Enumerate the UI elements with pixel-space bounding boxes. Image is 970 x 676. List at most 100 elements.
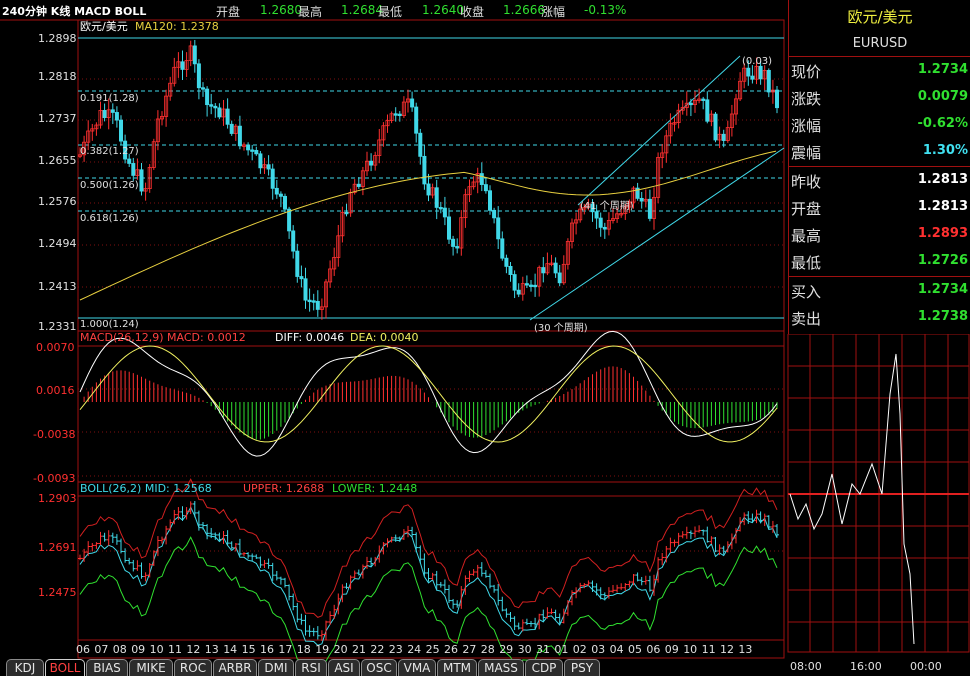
quote-label: 涨幅 xyxy=(791,117,822,135)
x-tick-label: 21 xyxy=(352,643,366,656)
main-y-tick: 1.2331 xyxy=(38,320,77,333)
x-axis: 06 07 08 09 10 11 12 13 14 15 16 17 18 19 20 21 22 23 24 25… xyxy=(76,643,752,656)
candle-body xyxy=(287,208,292,232)
candle-body xyxy=(647,198,652,219)
quote-value: 1.2813 xyxy=(917,199,968,214)
candle-body xyxy=(192,45,197,65)
x-tick-label: 07 xyxy=(94,643,108,656)
x-tick-label: 05 xyxy=(628,643,642,656)
intraday-time-label: 08:00 xyxy=(790,660,822,673)
candle-body xyxy=(721,133,726,141)
candle-body xyxy=(418,132,423,157)
candle-body xyxy=(119,119,124,142)
quote-row-ask: 卖出 1.2738 xyxy=(789,305,970,331)
trend-channel xyxy=(529,55,785,321)
x-tick-label: 27 xyxy=(462,643,476,656)
main-legend-ma: MA120: 1.2378 xyxy=(135,20,219,33)
quote-row-bid: 买入 1.2734 xyxy=(789,278,970,304)
tab-rsi[interactable]: RSI xyxy=(295,659,327,676)
tab-vma[interactable]: VMA xyxy=(398,659,436,676)
candle-body xyxy=(496,217,501,240)
candle-body xyxy=(356,183,361,187)
candle-body xyxy=(274,187,279,195)
quote-value: 1.2893 xyxy=(917,226,968,241)
candle-body xyxy=(701,98,706,101)
candlestick-series xyxy=(78,39,780,320)
quote-value: 0.0079 xyxy=(917,89,968,104)
candle-body xyxy=(196,63,201,89)
candle-body xyxy=(434,187,439,208)
candle-body xyxy=(414,106,419,134)
main-y-tick: 1.2494 xyxy=(38,237,77,250)
tab-arbr[interactable]: ARBR xyxy=(213,659,257,676)
candle-body xyxy=(311,300,316,303)
x-tick-label: 26 xyxy=(444,643,458,656)
quote-row-change: 涨跌 0.0079 xyxy=(789,85,970,111)
x-tick-label: 19 xyxy=(315,643,329,656)
candle-body xyxy=(713,113,718,141)
macd-diff-line xyxy=(79,330,778,457)
tab-mike[interactable]: MIKE xyxy=(129,659,173,676)
tab-cdp[interactable]: CDP xyxy=(525,659,563,676)
candle-body xyxy=(397,113,402,117)
quote-label: 最低 xyxy=(791,254,822,272)
tab-kdj[interactable]: KDJ xyxy=(6,659,44,676)
candle-body xyxy=(282,195,287,210)
main-y-tick: 1.2737 xyxy=(38,112,77,125)
chart-area[interactable]: 1.2898 1.2818 1.2737 1.2655 1.2576 1.249… xyxy=(0,0,788,676)
quote-row-pct: 涨幅 -0.62% xyxy=(789,112,970,138)
candle-body xyxy=(455,246,460,249)
candle-body xyxy=(295,250,300,277)
x-tick-label: 13 xyxy=(205,643,219,656)
quote-label: 开盘 xyxy=(791,200,822,218)
x-tick-label: 31 xyxy=(536,643,550,656)
intraday-time-label: 00:00 xyxy=(910,660,942,673)
candle-body xyxy=(127,158,132,164)
quote-label: 卖出 xyxy=(791,310,822,328)
boll-upper-line xyxy=(79,478,778,618)
candle-body xyxy=(557,272,562,284)
tab-roc[interactable]: ROC xyxy=(174,659,212,676)
quote-label: 昨收 xyxy=(791,173,822,191)
tab-osc[interactable]: OSC xyxy=(361,659,397,676)
tab-psy[interactable]: PSY xyxy=(564,659,600,676)
candle-body xyxy=(479,173,484,185)
candle-body xyxy=(258,153,263,169)
candle-body xyxy=(524,283,529,286)
tab-asi[interactable]: ASI xyxy=(328,659,360,676)
candle-body xyxy=(598,217,603,228)
macd-y-tick: 0.0070 xyxy=(36,341,75,354)
candle-body xyxy=(393,113,398,116)
quote-value: 1.2813 xyxy=(917,172,968,187)
main-y-tick: 1.2413 xyxy=(38,280,77,293)
x-tick-label: 10 xyxy=(683,643,697,656)
macd-legend: MACD(26,12,9) MACD: 0.0012 xyxy=(80,331,246,344)
instrument-symbol: EURUSD xyxy=(852,36,908,51)
x-tick-label: 04 xyxy=(610,643,624,656)
tab-bias[interactable]: BIAS xyxy=(86,659,128,676)
intraday-chart[interactable]: 08:00 16:00 00:00 xyxy=(786,334,970,676)
candle-body xyxy=(516,289,521,295)
main-legend-name: 欧元/美元 xyxy=(80,20,128,33)
x-tick-label: 12 xyxy=(720,643,734,656)
x-tick-label: 09 xyxy=(665,643,679,656)
candle-body xyxy=(533,284,538,288)
tab-dmi[interactable]: DMI xyxy=(258,659,294,676)
quote-label: 最高 xyxy=(791,227,822,245)
candle-body xyxy=(200,87,205,90)
tab-boll[interactable]: BOLL xyxy=(45,659,85,676)
quote-value: 1.2738 xyxy=(917,309,968,324)
x-tick-label: 15 xyxy=(242,643,256,656)
intraday-grid xyxy=(787,334,970,653)
tab-mtm[interactable]: MTM xyxy=(437,659,477,676)
candle-body xyxy=(369,160,374,166)
x-tick-label: 08 xyxy=(113,643,127,656)
candle-body xyxy=(541,267,546,274)
fib-label: 0.191(1.28) xyxy=(80,93,139,104)
tab-mass[interactable]: MASS xyxy=(478,659,524,676)
x-tick-label: 30 xyxy=(518,643,532,656)
fib-label: 1.000(1.24) xyxy=(80,319,139,330)
candle-body xyxy=(529,284,534,287)
candle-body xyxy=(426,183,431,196)
x-tick-label: 23 xyxy=(389,643,403,656)
